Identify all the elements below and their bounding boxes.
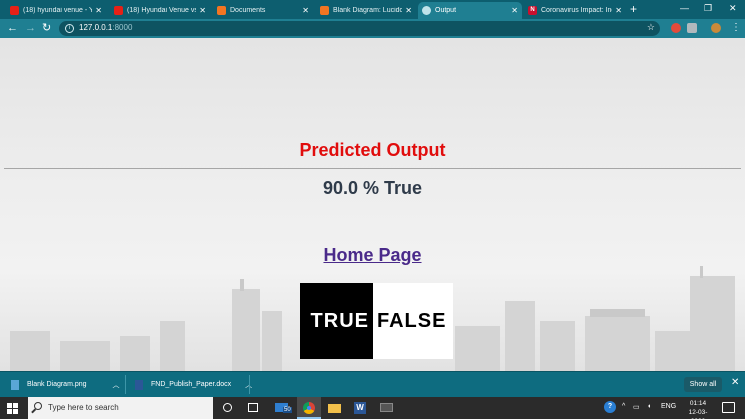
clock-date: 12-03-2020 (688, 409, 708, 419)
windows-taskbar: Type here to search 50 W ? ^ ▭ ◖ ENG 01:… (0, 397, 745, 419)
mail-icon[interactable]: 50 (271, 397, 295, 419)
tab-youtube-hyundai-venue[interactable]: (18) hyundai venue - You ✕ (6, 2, 106, 19)
help-icon[interactable]: ? (604, 401, 616, 413)
lucidchart-icon (217, 6, 226, 15)
battery-icon[interactable]: ▭ (633, 403, 640, 411)
close-tab-icon[interactable]: ✕ (615, 6, 622, 15)
prediction-result: 90.0 % True (322, 178, 423, 198)
menu-icon[interactable]: ⋮ (731, 21, 741, 35)
file-explorer-icon[interactable] (323, 397, 347, 419)
download-filename: Blank Diagram.png (27, 381, 87, 388)
profile-avatar[interactable] (711, 23, 721, 33)
close-tab-icon[interactable]: ✕ (405, 6, 412, 15)
tab-strip: (18) hyundai venue - You ✕ (18) Hyundai … (0, 0, 745, 19)
tab-title: Documents (230, 7, 266, 14)
clock-time: 01:14 (689, 400, 707, 407)
download-filename: FND_Publish_Paper.docx (151, 381, 232, 388)
minimize-button[interactable]: — (680, 3, 689, 13)
extension-icon[interactable] (671, 23, 681, 33)
youtube-icon (10, 6, 19, 15)
page-title: Predicted Output (299, 140, 446, 160)
chevron-up-icon[interactable]: ︿ (113, 380, 120, 390)
logo-true-text: TRUE (300, 283, 373, 359)
info-icon[interactable]: i (65, 24, 74, 33)
address-bar[interactable]: i 127.0.0.1:8000 ☆ (59, 21, 660, 36)
home-page-link[interactable]: Home Page (323, 245, 421, 265)
tab-title: Coronavirus Impact: Ind (541, 7, 613, 14)
show-all-button[interactable]: Show all (684, 377, 722, 392)
tab-coronavirus-impact[interactable]: N Coronavirus Impact: Ind ✕ (524, 2, 626, 19)
downloads-bar: Blank Diagram.png ︿ FND_Publish_Paper.do… (0, 371, 745, 397)
image-file-icon (11, 379, 19, 390)
close-downloads-icon[interactable]: ✕ (731, 377, 739, 388)
download-item[interactable]: Blank Diagram.png ︿ (11, 372, 120, 397)
url-port: :8000 (112, 23, 133, 32)
taskbar-clock[interactable]: 01:14 12-03-2020 (683, 399, 713, 419)
close-tab-icon[interactable]: ✕ (95, 6, 102, 15)
download-item[interactable]: FND_Publish_Paper.docx ︿ (135, 372, 252, 397)
forward-button[interactable]: → (25, 21, 36, 35)
tab-title: (18) hyundai venue - You (23, 7, 93, 14)
bookmark-star-icon[interactable]: ☆ (647, 22, 655, 33)
true-false-logo: TRUE FALSE (300, 283, 453, 359)
url-text[interactable]: 127.0.0.1:8000 (79, 23, 132, 32)
page-content: Predicted Output 90.0 % True Home Page T… (0, 38, 745, 371)
close-tab-icon[interactable]: ✕ (302, 6, 309, 15)
close-window-button[interactable]: ✕ (729, 3, 737, 14)
reload-button[interactable]: ↻ (42, 21, 51, 35)
tab-title: Output (435, 7, 457, 14)
lucidchart-icon (320, 6, 329, 15)
tab-youtube-venue-vs[interactable]: (18) Hyundai Venue vs I ✕ (110, 2, 210, 19)
word-icon[interactable]: W (349, 397, 373, 419)
new-tab-button[interactable]: + (630, 3, 637, 16)
tab-title: Blank Diagram: Lucidch (333, 7, 403, 14)
word-file-icon (135, 379, 143, 390)
logo-false-text: FALSE (373, 283, 453, 359)
divider (249, 375, 250, 394)
divider (4, 168, 741, 169)
cortana-icon[interactable] (219, 397, 243, 419)
search-placeholder: Type here to search (48, 403, 119, 412)
close-tab-icon[interactable]: ✕ (511, 6, 518, 15)
task-view-icon[interactable] (244, 397, 268, 419)
url-host: 127.0.0.1 (79, 23, 113, 32)
tab-title: (18) Hyundai Venue vs I (127, 7, 197, 14)
youtube-icon (114, 6, 123, 15)
chrome-icon[interactable] (297, 397, 321, 419)
restore-button[interactable]: ❐ (704, 3, 712, 14)
divider (125, 375, 126, 394)
taskbar-search-box[interactable]: Type here to search (28, 397, 213, 419)
tab-output[interactable]: Output ✕ (418, 2, 522, 19)
back-button[interactable]: ← (7, 21, 18, 35)
home-link-container: Home Page (0, 245, 745, 266)
mail-badge: 50 (283, 407, 292, 413)
volume-icon[interactable]: ◖ (647, 403, 651, 410)
windows-start-icon[interactable] (7, 403, 18, 414)
news-icon: N (528, 6, 537, 15)
input-language[interactable]: ENG (661, 403, 676, 410)
app-window-icon[interactable] (375, 397, 399, 419)
browser-toolbar: ← → ↻ i 127.0.0.1:8000 ☆ ⋮ (0, 19, 745, 38)
tab-blank-diagram[interactable]: Blank Diagram: Lucidch ✕ (316, 2, 416, 19)
tab-documents[interactable]: Documents ✕ (213, 2, 313, 19)
chevron-up-icon[interactable]: ^ (622, 403, 625, 410)
globe-icon (422, 6, 431, 15)
notifications-icon[interactable] (722, 402, 735, 413)
search-icon (34, 402, 42, 410)
close-tab-icon[interactable]: ✕ (199, 6, 206, 15)
extension-icon[interactable] (687, 23, 697, 33)
